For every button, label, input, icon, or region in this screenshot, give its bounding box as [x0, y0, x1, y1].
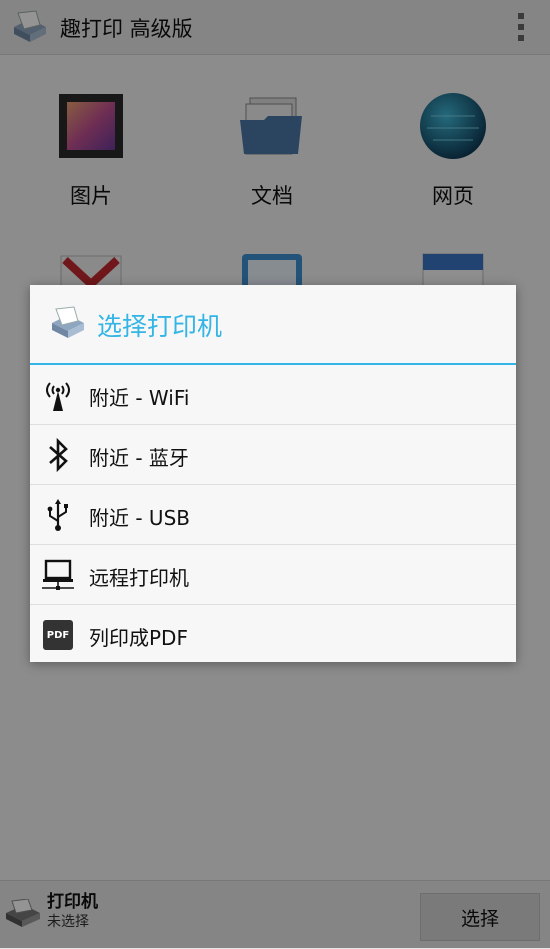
option-nearby-usb[interactable]: 附近 - USB	[30, 485, 516, 545]
option-nearby-bluetooth[interactable]: 附近 - 蓝牙	[30, 425, 516, 485]
pdf-icon: PDF	[40, 617, 76, 653]
option-label: 附近 - 蓝牙	[89, 446, 189, 470]
option-nearby-wifi[interactable]: 附近 - WiFi	[30, 365, 516, 425]
option-remote-printer[interactable]: 远程打印机	[30, 545, 516, 605]
option-label: 列印成PDF	[89, 626, 188, 650]
option-print-to-pdf[interactable]: PDF 列印成PDF	[30, 605, 516, 664]
select-printer-dialog: 选择打印机 附近 - WiFi 附近 - 蓝牙 附近 - USB 远程打印机 P…	[30, 285, 516, 662]
app-logo-icon	[52, 306, 84, 338]
dialog-title: 选择打印机	[97, 312, 223, 341]
wifi-antenna-icon	[40, 377, 76, 413]
bluetooth-icon	[40, 437, 76, 473]
dialog-header: 选择打印机	[30, 285, 516, 365]
usb-icon	[40, 497, 76, 533]
remote-computer-icon	[40, 557, 76, 593]
pdf-icon-text: PDF	[43, 620, 73, 650]
option-label: 附近 - USB	[89, 506, 190, 530]
option-label: 远程打印机	[89, 566, 189, 590]
option-label: 附近 - WiFi	[89, 386, 190, 410]
